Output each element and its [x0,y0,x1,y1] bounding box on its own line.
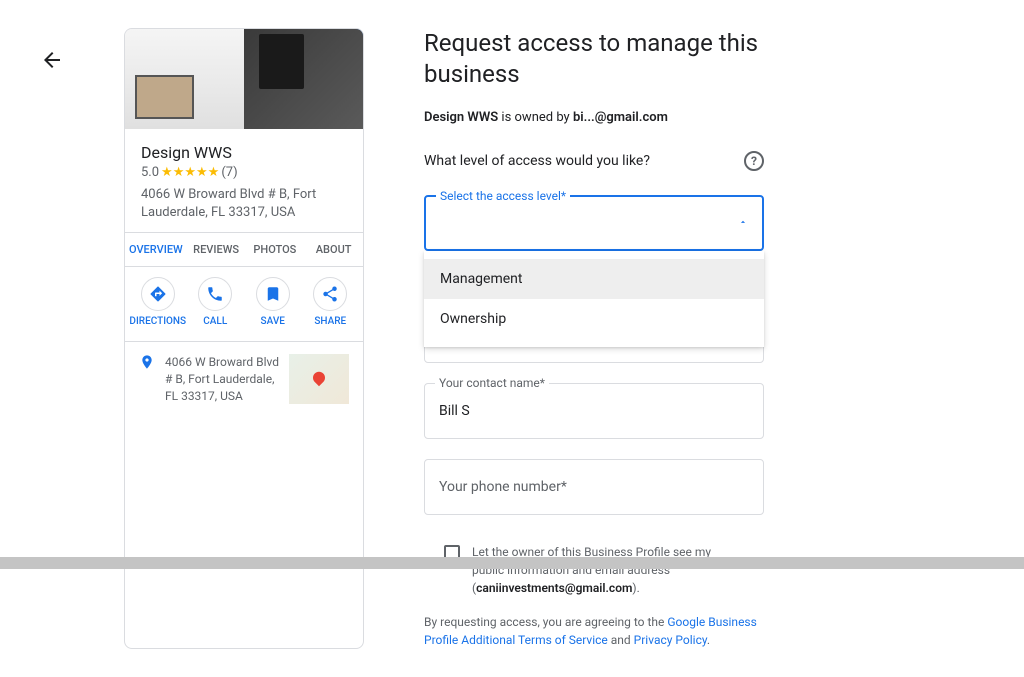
chevron-up-icon [738,215,748,231]
access-question: What level of access would you like? [424,153,650,169]
owner-info: Design WWS is owned by bi...@gmail.com [424,110,764,125]
phone-icon [198,277,232,311]
pin-icon [139,354,155,404]
access-dropdown: Management Ownership [424,251,764,347]
privacy-link[interactable]: Privacy Policy [634,633,707,647]
tab-reviews[interactable]: REVIEWS [187,233,246,266]
rating-stars-icon: ★★★★★ [161,165,219,180]
call-button[interactable]: CALL [187,277,245,327]
tab-about[interactable]: ABOUT [304,233,363,266]
business-address: 4066 W Broward Blvd # B, Fort Lauderdale… [141,186,347,222]
tab-overview[interactable]: OVERVIEW [125,233,187,266]
business-name: Design WWS [141,143,347,162]
share-icon [313,277,347,311]
business-photos [125,29,363,129]
save-button[interactable]: SAVE [244,277,302,327]
back-arrow-icon[interactable] [40,48,64,72]
rating-row: 5.0 ★★★★★ (7) [141,165,347,180]
map-address: 4066 W Broward Blvd # B, Fort Lauderdale… [165,354,279,404]
page-title: Request access to manage this business [424,28,764,90]
option-ownership[interactable]: Ownership [424,299,764,339]
rating-value: 5.0 [141,165,159,180]
contact-name-input[interactable]: Your contact name* Bill S [424,383,764,439]
directions-button[interactable]: DIRECTIONS [129,277,187,327]
review-count: (7) [221,165,237,180]
phone-input[interactable]: Your phone number* [424,459,764,515]
terms-text: By requesting access, you are agreeing t… [424,613,764,649]
access-level-select[interactable]: Select the access level* Management Owne… [424,195,764,251]
consent-text: Let the owner of this Business Profile s… [472,543,744,597]
bookmark-icon [256,277,290,311]
tab-photos[interactable]: PHOTOS [245,233,304,266]
share-button[interactable]: SHARE [302,277,360,327]
option-management[interactable]: Management [424,259,764,299]
footer-bar [0,557,1024,569]
help-icon[interactable]: ? [744,151,764,171]
directions-icon [141,277,175,311]
map-thumbnail[interactable] [289,354,349,404]
